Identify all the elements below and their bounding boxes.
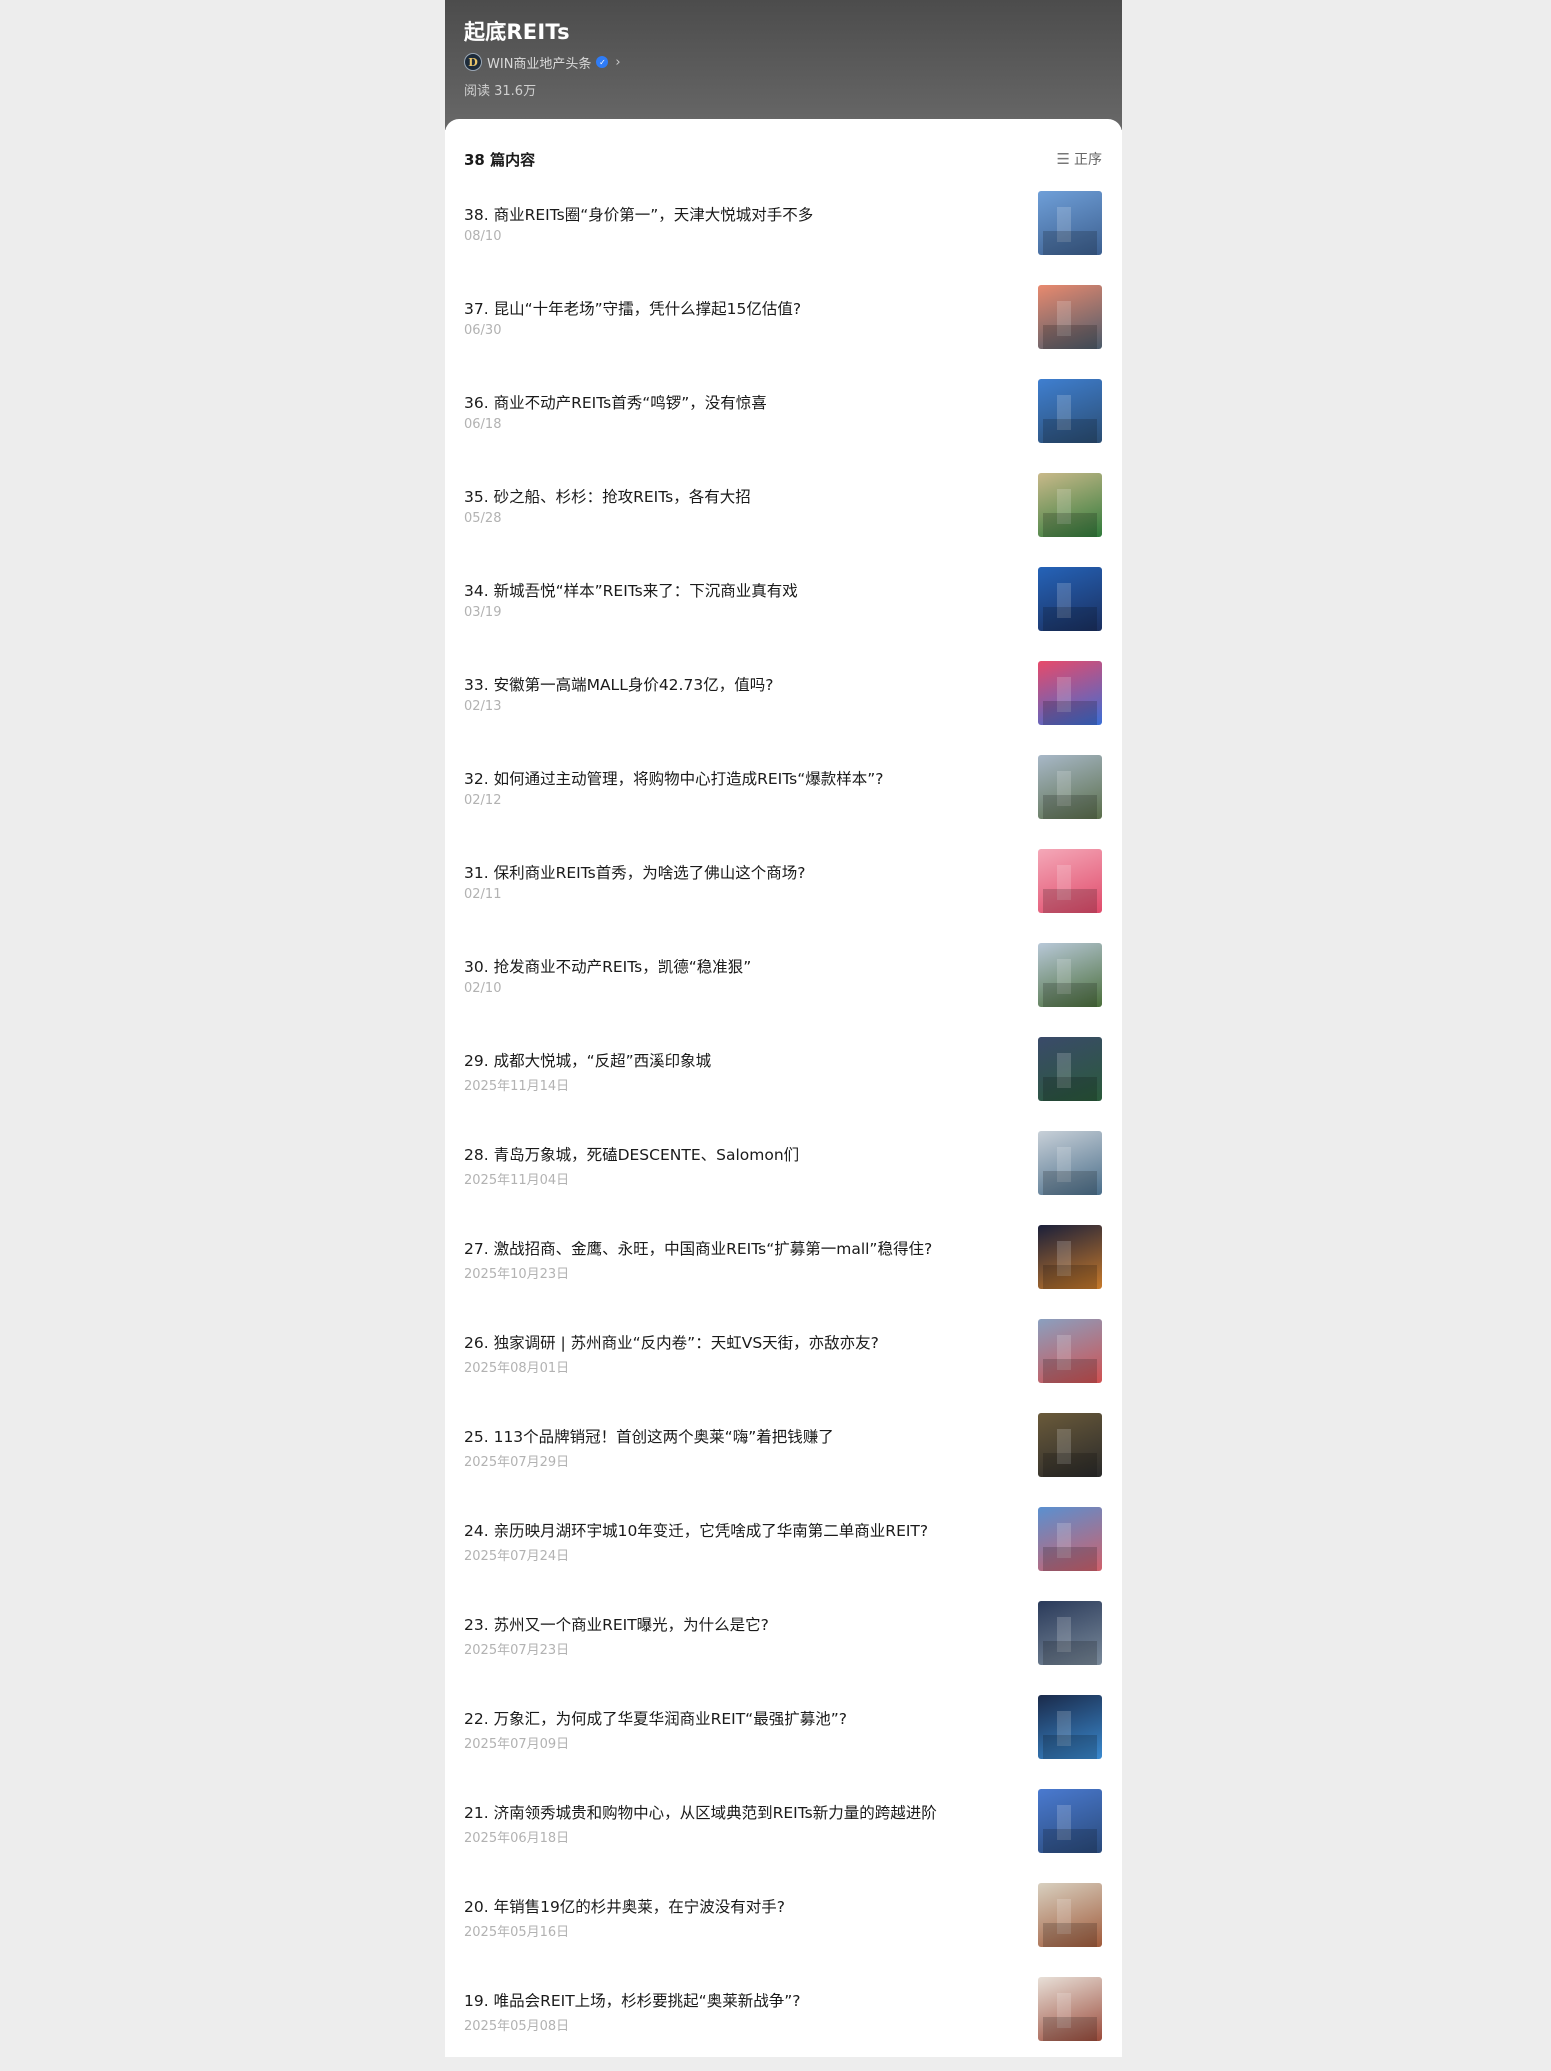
list-header: 38 篇内容 ☰ 正序 bbox=[464, 149, 1102, 169]
read-count: 阅读 31.6万 bbox=[464, 84, 537, 99]
article-date: 2025年08月01日 bbox=[464, 1361, 570, 1376]
article-item[interactable]: 34. 新城吾悦“样本”REITs来了：下沉商业真有戏 03/19 bbox=[445, 567, 1122, 661]
article-thumbnail bbox=[1038, 285, 1102, 349]
article-item[interactable]: 20. 年销售19亿的杉井奥莱，在宁波没有对手? 2025年05月16日 bbox=[445, 1883, 1122, 1977]
article-thumbnail bbox=[1038, 1695, 1102, 1759]
album-page: 起底REITs D WIN商业地产头条 ✓ › 阅读 31.6万 38 篇内容 … bbox=[445, 0, 1122, 2057]
article-title: 22. 万象汇，为何成了华夏华润商业REIT“最强扩募池”? bbox=[464, 1710, 847, 1728]
article-thumbnail bbox=[1038, 1225, 1102, 1289]
article-thumbnail bbox=[1038, 567, 1102, 631]
verified-icon: ✓ bbox=[596, 56, 609, 68]
article-thumbnail bbox=[1038, 1413, 1102, 1477]
article-date: 06/18 bbox=[464, 417, 502, 432]
article-date: 2025年07月24日 bbox=[464, 1549, 570, 1564]
article-title: 31. 保利商业REITs首秀，为啥选了佛山这个商场? bbox=[464, 864, 806, 882]
article-thumbnail bbox=[1038, 1507, 1102, 1571]
article-thumbnail bbox=[1038, 1977, 1102, 2041]
article-item[interactable]: 35. 砂之船、杉杉：抢攻REITs，各有大招 05/28 bbox=[445, 473, 1122, 567]
sort-label: 正序 bbox=[1074, 152, 1102, 168]
article-item[interactable]: 32. 如何通过主动管理，将购物中心打造成REITs“爆款样本”? 02/12 bbox=[445, 755, 1122, 849]
chevron-right-icon: › bbox=[615, 54, 621, 70]
article-list-panel: 38 篇内容 ☰ 正序 38. 商业REITs圈“身价第一”，天津大悦城对手不多… bbox=[445, 119, 1122, 2057]
article-item[interactable]: 30. 抢发商业不动产REITs，凯德“稳准狠” 02/10 bbox=[445, 943, 1122, 1037]
article-thumbnail bbox=[1038, 943, 1102, 1007]
article-item[interactable]: 23. 苏州又一个商业REIT曝光，为什么是它? 2025年07月23日 bbox=[445, 1601, 1122, 1695]
article-thumbnail bbox=[1038, 379, 1102, 443]
article-item[interactable]: 29. 成都大悦城，“反超”西溪印象城 2025年11月14日 bbox=[445, 1037, 1122, 1131]
article-item[interactable]: 33. 安徽第一高端MALL身价42.73亿，值吗? 02/13 bbox=[445, 661, 1122, 755]
article-thumbnail bbox=[1038, 1789, 1102, 1853]
article-item[interactable]: 28. 青岛万象城，死磕DESCENTE、Salomon们 2025年11月04日 bbox=[445, 1131, 1122, 1225]
article-title: 34. 新城吾悦“样本”REITs来了：下沉商业真有戏 bbox=[464, 582, 798, 600]
article-title: 30. 抢发商业不动产REITs，凯德“稳准狠” bbox=[464, 958, 752, 976]
article-thumbnail bbox=[1038, 1037, 1102, 1101]
article-item[interactable]: 25. 113个品牌销冠！首创这两个奥莱“嗨”着把钱赚了 2025年07月29日 bbox=[445, 1413, 1122, 1507]
article-thumbnail bbox=[1038, 191, 1102, 255]
article-date: 05/28 bbox=[464, 511, 502, 526]
album-header: 起底REITs D WIN商业地产头条 ✓ › 阅读 31.6万 bbox=[445, 0, 1122, 130]
article-date: 2025年06月18日 bbox=[464, 1831, 570, 1846]
article-thumbnail bbox=[1038, 849, 1102, 913]
article-item[interactable]: 24. 亲历映月湖环宇城10年变迁，它凭啥成了华南第二单商业REIT? 2025年… bbox=[445, 1507, 1122, 1601]
article-date: 2025年05月08日 bbox=[464, 2019, 570, 2034]
author-link[interactable]: D WIN商业地产头条 ✓ › bbox=[464, 52, 621, 72]
article-title: 29. 成都大悦城，“反超”西溪印象城 bbox=[464, 1052, 712, 1070]
sort-order-button[interactable]: ☰ 正序 bbox=[1057, 149, 1102, 169]
article-title: 19. 唯品会REIT上场，杉杉要挑起“奥莱新战争”? bbox=[464, 1992, 801, 2010]
album-title: 起底REITs bbox=[464, 20, 570, 44]
article-item[interactable]: 27. 激战招商、金鹰、永旺，中国商业REITs“扩募第一mall”稳得住? 20… bbox=[445, 1225, 1122, 1319]
article-title: 21. 济南领秀城贵和购物中心，从区域典范到REITs新力量的跨越进阶 bbox=[464, 1804, 937, 1822]
article-date: 02/12 bbox=[464, 793, 502, 808]
article-title: 38. 商业REITs圈“身价第一”，天津大悦城对手不多 bbox=[464, 206, 814, 224]
article-item[interactable]: 26. 独家调研 | 苏州商业“反内卷”：天虹VS天街，亦敌亦友? 2025年08… bbox=[445, 1319, 1122, 1413]
article-title: 35. 砂之船、杉杉：抢攻REITs，各有大招 bbox=[464, 488, 751, 506]
article-date: 2025年11月04日 bbox=[464, 1173, 570, 1188]
article-title: 23. 苏州又一个商业REIT曝光，为什么是它? bbox=[464, 1616, 769, 1634]
article-date: 06/30 bbox=[464, 323, 502, 338]
article-title: 24. 亲历映月湖环宇城10年变迁，它凭啥成了华南第二单商业REIT? bbox=[464, 1522, 929, 1540]
article-date: 2025年10月23日 bbox=[464, 1267, 570, 1282]
article-date: 02/13 bbox=[464, 699, 502, 714]
article-title: 27. 激战招商、金鹰、永旺，中国商业REITs“扩募第一mall”稳得住? bbox=[464, 1240, 933, 1258]
article-thumbnail bbox=[1038, 1601, 1102, 1665]
article-title: 26. 独家调研 | 苏州商业“反内卷”：天虹VS天街，亦敌亦友? bbox=[464, 1334, 879, 1352]
article-item[interactable]: 37. 昆山“十年老场”守擂，凭什么撑起15亿估值? 06/30 bbox=[445, 285, 1122, 379]
article-title: 20. 年销售19亿的杉井奥莱，在宁波没有对手? bbox=[464, 1898, 786, 1916]
article-thumbnail bbox=[1038, 1319, 1102, 1383]
author-name: WIN商业地产头条 bbox=[487, 56, 592, 72]
article-item[interactable]: 38. 商业REITs圈“身价第一”，天津大悦城对手不多 08/10 bbox=[445, 191, 1122, 285]
article-date: 2025年07月29日 bbox=[464, 1455, 570, 1470]
author-avatar: D bbox=[464, 53, 482, 71]
article-title: 33. 安徽第一高端MALL身价42.73亿，值吗? bbox=[464, 676, 774, 694]
article-date: 08/10 bbox=[464, 229, 502, 244]
article-count: 38 篇内容 bbox=[464, 150, 536, 169]
article-item[interactable]: 31. 保利商业REITs首秀，为啥选了佛山这个商场? 02/11 bbox=[445, 849, 1122, 943]
article-date: 2025年05月16日 bbox=[464, 1925, 570, 1940]
article-date: 02/11 bbox=[464, 887, 502, 902]
sort-icon: ☰ bbox=[1056, 150, 1070, 168]
article-thumbnail bbox=[1038, 473, 1102, 537]
article-thumbnail bbox=[1038, 1131, 1102, 1195]
article-list: 38. 商业REITs圈“身价第一”，天津大悦城对手不多 08/10 37. 昆山“… bbox=[445, 191, 1122, 2071]
article-date: 2025年07月23日 bbox=[464, 1643, 570, 1658]
article-thumbnail bbox=[1038, 755, 1102, 819]
article-title: 36. 商业不动产REITs首秀“鸣锣”，没有惊喜 bbox=[464, 394, 767, 412]
article-title: 25. 113个品牌销冠！首创这两个奥莱“嗨”着把钱赚了 bbox=[464, 1428, 834, 1446]
article-item[interactable]: 21. 济南领秀城贵和购物中心，从区域典范到REITs新力量的跨越进阶 2025年… bbox=[445, 1789, 1122, 1883]
article-item[interactable]: 36. 商业不动产REITs首秀“鸣锣”，没有惊喜 06/18 bbox=[445, 379, 1122, 473]
article-title: 32. 如何通过主动管理，将购物中心打造成REITs“爆款样本”? bbox=[464, 770, 884, 788]
article-date: 2025年07月09日 bbox=[464, 1737, 570, 1752]
article-date: 2025年11月14日 bbox=[464, 1079, 570, 1094]
article-date: 02/10 bbox=[464, 981, 502, 996]
article-title: 28. 青岛万象城，死磕DESCENTE、Salomon们 bbox=[464, 1146, 800, 1164]
article-thumbnail bbox=[1038, 661, 1102, 725]
article-title: 37. 昆山“十年老场”守擂，凭什么撑起15亿估值? bbox=[464, 300, 802, 318]
article-thumbnail bbox=[1038, 1883, 1102, 1947]
article-item[interactable]: 22. 万象汇，为何成了华夏华润商业REIT“最强扩募池”? 2025年07月09… bbox=[445, 1695, 1122, 1789]
article-date: 03/19 bbox=[464, 605, 502, 620]
